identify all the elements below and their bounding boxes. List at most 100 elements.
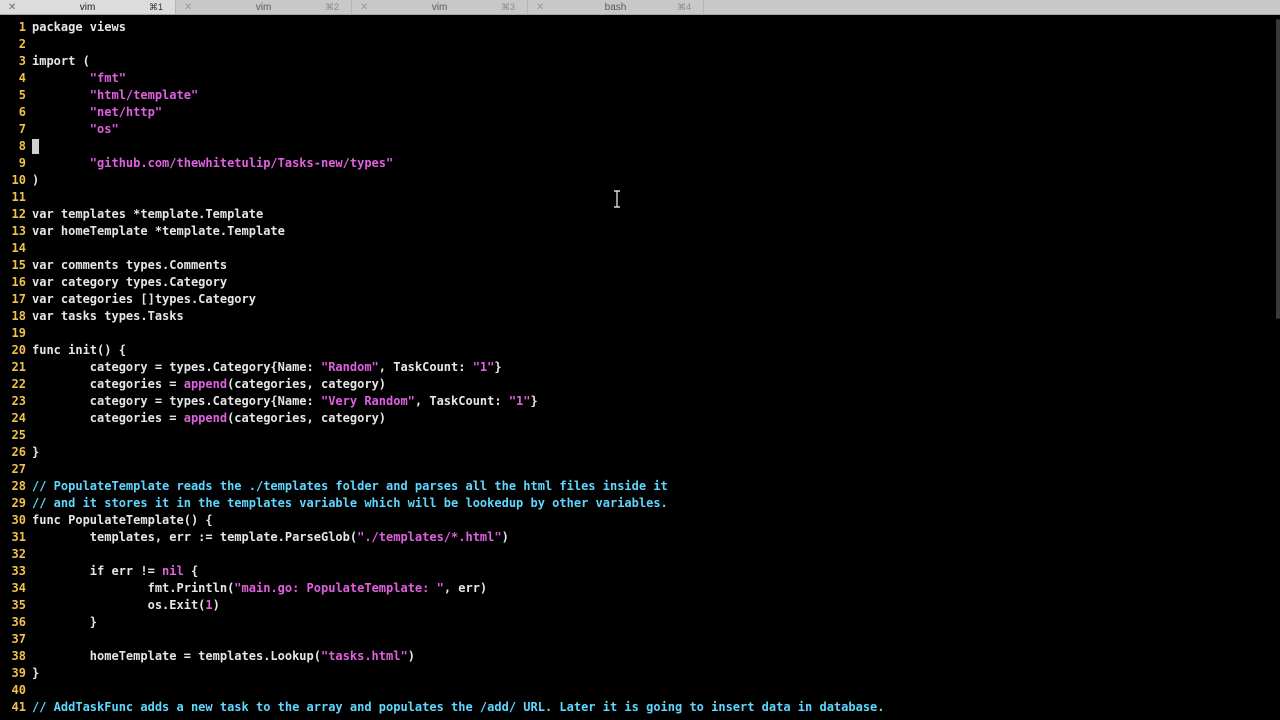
- code-text: if err != nil {: [32, 563, 198, 580]
- code-token: // and it stores it in the templates var…: [32, 496, 668, 510]
- code-line[interactable]: 15 var comments types.Comments: [0, 257, 1276, 274]
- code-text: "github.com/thewhitetulip/Tasks-new/type…: [32, 155, 393, 172]
- code-line[interactable]: 4 "fmt": [0, 70, 1276, 87]
- line-number: 12: [11, 207, 26, 221]
- code-token: "os": [89, 122, 119, 136]
- code-line[interactable]: 31 templates, err := template.ParseGlob(…: [0, 529, 1276, 546]
- code-line[interactable]: 17 var categories []types.Category: [0, 291, 1276, 308]
- scrollbar[interactable]: [1276, 19, 1280, 319]
- code-token: "Random": [320, 360, 379, 374]
- line-number: 27: [11, 462, 26, 476]
- line-number: 7: [18, 122, 26, 136]
- code-token: }: [494, 360, 502, 374]
- code-line[interactable]: 3 import (: [0, 53, 1276, 70]
- code-token: }: [32, 445, 40, 459]
- code-line[interactable]: 16 var category types.Category: [0, 274, 1276, 291]
- code-line[interactable]: 11: [0, 189, 1276, 206]
- code-line[interactable]: 39}: [0, 665, 1276, 682]
- code-line[interactable]: 25: [0, 427, 1276, 444]
- code-line[interactable]: 36 }: [0, 614, 1276, 631]
- line-number: 37: [11, 632, 26, 646]
- tab-vim-2[interactable]: ✕ vim ⌘2: [176, 0, 352, 14]
- code-line[interactable]: 14: [0, 240, 1276, 257]
- line-number: 24: [11, 411, 26, 425]
- code-token: "Very Random": [320, 394, 415, 408]
- close-icon[interactable]: ✕: [8, 0, 16, 14]
- vim-editor[interactable]: 1 package views 2 3 import (4 "fmt" 5 "html/t…: [0, 19, 1276, 716]
- line-number: 13: [11, 224, 26, 238]
- code-token: homeTemplate = templates.Lookup(: [32, 649, 321, 663]
- code-line[interactable]: 9 "github.com/thewhitetulip/Tasks-new/ty…: [0, 155, 1276, 172]
- code-line[interactable]: 21 category = types.Category{Name: "Rand…: [0, 359, 1276, 376]
- code-line[interactable]: 20 func init() {: [0, 342, 1276, 359]
- code-text: var templates *template.Template: [32, 206, 263, 223]
- line-number: 1: [18, 20, 26, 34]
- code-line[interactable]: 40: [0, 682, 1276, 699]
- code-line[interactable]: 30 func PopulateTemplate() {: [0, 512, 1276, 529]
- line-number: 22: [11, 377, 26, 391]
- code-line[interactable]: 19: [0, 325, 1276, 342]
- code-token: templates, err := template.ParseGlob(: [32, 530, 358, 544]
- close-icon[interactable]: ✕: [360, 0, 368, 14]
- line-number: 10: [11, 173, 26, 187]
- code-line[interactable]: 5 "html/template": [0, 87, 1276, 104]
- close-icon[interactable]: ✕: [536, 0, 544, 14]
- code-line[interactable]: 37: [0, 631, 1276, 648]
- code-line[interactable]: 7 "os": [0, 121, 1276, 138]
- text-cursor-ibeam-icon: [614, 190, 620, 208]
- code-token: category = types.Category{Name:: [32, 394, 321, 408]
- code-line[interactable]: 41 // AddTaskFunc adds a new task to the …: [0, 699, 1276, 716]
- code-line[interactable]: 29 // and it stores it in the templates v…: [0, 495, 1276, 512]
- tab-bash-4[interactable]: ✕ bash ⌘4: [528, 0, 704, 14]
- code-line[interactable]: 38 homeTemplate = templates.Lookup("task…: [0, 648, 1276, 665]
- line-number: 34: [11, 581, 26, 595]
- code-line[interactable]: 1 package views: [0, 19, 1276, 36]
- terminal-tab-bar: ✕ vim ⌘1 ✕ vim ⌘2 ✕ vim ⌘3 ✕ bash ⌘4: [0, 0, 1280, 15]
- code-token: }: [32, 666, 40, 680]
- code-token: var categories []types.Category: [32, 292, 256, 306]
- code-line[interactable]: 12 var templates *template.Template: [0, 206, 1276, 223]
- code-token: "net/http": [89, 105, 163, 119]
- line-number: 32: [11, 547, 26, 561]
- code-text: package views: [32, 19, 126, 36]
- code-line[interactable]: 18 var tasks types.Tasks: [0, 308, 1276, 325]
- code-text: }: [32, 614, 97, 631]
- code-line[interactable]: 33 if err != nil {: [0, 563, 1276, 580]
- code-token: // PopulateTemplate reads the ./template…: [32, 479, 668, 493]
- code-token: func PopulateTemplate() {: [32, 513, 213, 527]
- code-text: fmt.Println("main.go: PopulateTemplate: …: [32, 580, 488, 597]
- code-line[interactable]: 28 // PopulateTemplate reads the ./templa…: [0, 478, 1276, 495]
- code-line[interactable]: 10): [0, 172, 1276, 189]
- code-text: os.Exit(1): [32, 597, 220, 614]
- code-text: "os": [32, 121, 119, 138]
- code-line[interactable]: 8: [0, 138, 1276, 155]
- code-text: var homeTemplate *template.Template: [32, 223, 285, 240]
- code-line[interactable]: 34 fmt.Println("main.go: PopulateTemplat…: [0, 580, 1276, 597]
- code-token: categories =: [32, 377, 184, 391]
- tab-vim-3[interactable]: ✕ vim ⌘3: [352, 0, 528, 14]
- tab-shortcut: ⌘3: [500, 1, 515, 12]
- code-line[interactable]: 6 "net/http": [0, 104, 1276, 121]
- code-token: "fmt": [89, 71, 126, 85]
- code-line[interactable]: 2: [0, 36, 1276, 53]
- code-line[interactable]: 23 category = types.Category{Name: "Very…: [0, 393, 1276, 410]
- code-line[interactable]: 35 os.Exit(1): [0, 597, 1276, 614]
- code-line[interactable]: 24 categories = append(categories, categ…: [0, 410, 1276, 427]
- code-text: }: [32, 444, 39, 461]
- code-line[interactable]: 13 var homeTemplate *template.Template: [0, 223, 1276, 240]
- code-line[interactable]: 32: [0, 546, 1276, 563]
- code-line[interactable]: 26}: [0, 444, 1276, 461]
- close-icon[interactable]: ✕: [184, 0, 192, 14]
- code-line[interactable]: 27: [0, 461, 1276, 478]
- tab-vim-1[interactable]: ✕ vim ⌘1: [0, 0, 176, 14]
- code-token: ): [501, 530, 509, 544]
- line-number: 30: [11, 513, 26, 527]
- line-number: 6: [18, 105, 26, 119]
- code-text: var tasks types.Tasks: [32, 308, 184, 325]
- line-number: 8: [18, 139, 26, 153]
- code-token: , TaskCount:: [378, 360, 473, 374]
- code-line[interactable]: 22 categories = append(categories, categ…: [0, 376, 1276, 393]
